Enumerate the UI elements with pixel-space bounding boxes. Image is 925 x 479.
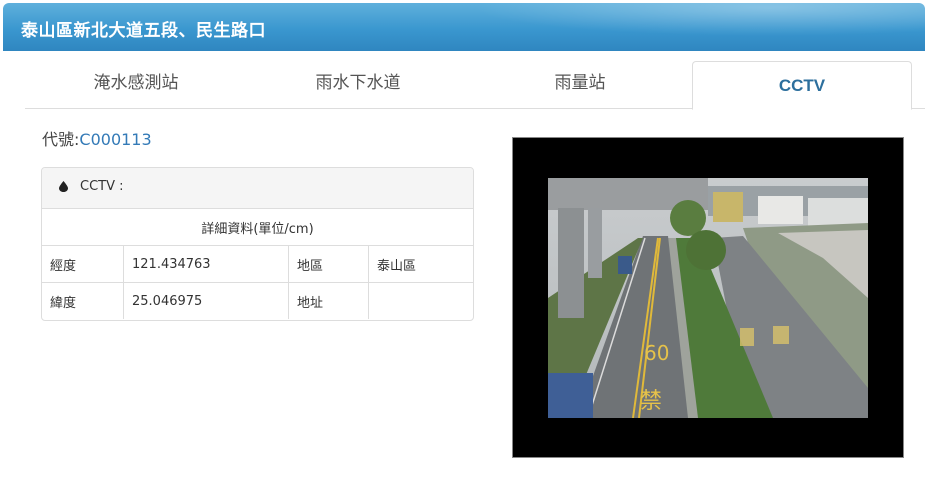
road-text-marking: 禁: [640, 389, 662, 414]
title-bar: 泰山區新北大道五段、民生路口: [3, 3, 925, 51]
table-value: [368, 282, 473, 319]
station-code-value: C000113: [79, 130, 152, 149]
table-row: 緯度 25.046975 地址: [42, 282, 473, 319]
table-value: 121.434763: [123, 245, 289, 283]
table-subtitle: 詳細資料(單位/cm): [201, 221, 314, 237]
cctv-scene: 60 禁: [548, 178, 868, 418]
table-key: 地址: [288, 282, 369, 319]
tab-storm-sewer[interactable]: 雨水下水道: [247, 60, 469, 107]
table-key: 緯度: [42, 282, 124, 319]
table-value: 泰山區: [368, 245, 473, 283]
table-row: 經度 121.434763 地區 泰山區: [42, 245, 473, 283]
station-code-label: 代號:: [42, 130, 80, 149]
table-row: 詳細資料(單位/cm): [42, 209, 473, 246]
station-code: 代號:C000113: [42, 126, 152, 150]
water-drop-icon: [59, 181, 68, 192]
table-key: 地區: [288, 245, 369, 283]
title-bar-decoration: [405, 3, 925, 51]
cctv-viewer[interactable]: 60 禁: [512, 137, 904, 458]
table-value: 25.046975: [123, 282, 289, 319]
tab-flood-sensor[interactable]: 淹水感測站: [25, 60, 247, 107]
panel-header: CCTV :: [42, 168, 473, 209]
tab-rain-gauge[interactable]: 雨量站: [469, 60, 691, 107]
road-speed-marking: 60: [644, 341, 669, 365]
tab-cctv[interactable]: CCTV: [692, 61, 912, 110]
panel-header-label: CCTV :: [80, 179, 124, 194]
detail-panel: CCTV : 詳細資料(單位/cm) 經度 121.434763 地區 泰山區 …: [41, 167, 474, 321]
table-key: 經度: [42, 245, 124, 283]
detail-table: 詳細資料(單位/cm) 經度 121.434763 地區 泰山區 緯度 25.0…: [42, 209, 473, 319]
tab-bar: 淹水感測站 雨水下水道 雨量站 CCTV: [25, 60, 925, 110]
cctv-feed-image: 60 禁: [548, 178, 868, 418]
page-title: 泰山區新北大道五段、民生路口: [21, 21, 266, 41]
